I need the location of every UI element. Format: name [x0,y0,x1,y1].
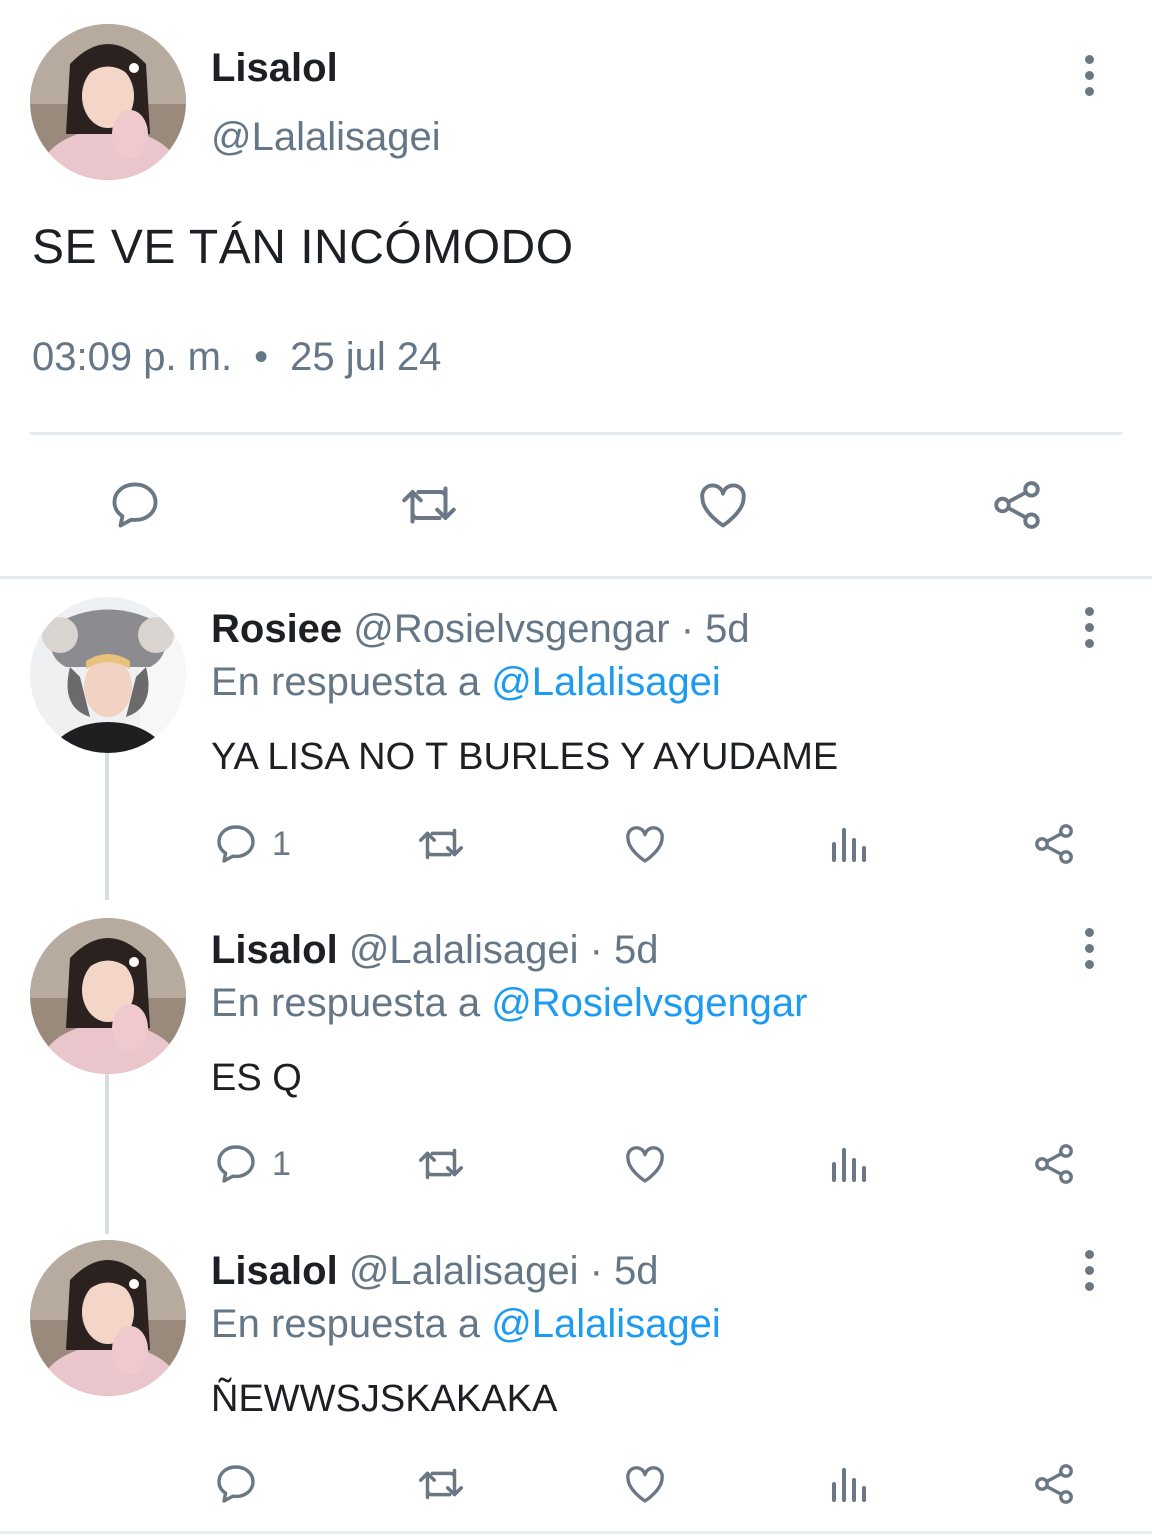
avatar-reply-2[interactable] [30,918,186,1074]
reply-author-name[interactable]: Lisalol [211,1249,338,1293]
reply-author-handle[interactable]: @Lalalisagei [349,928,579,972]
more-options-icon[interactable] [1069,918,1109,978]
retweet-icon [419,1148,463,1180]
in-reply-to-link[interactable]: @Lalalisagei [491,660,721,704]
like-icon [700,483,746,528]
more-options-icon[interactable] [1069,1240,1109,1300]
like-icon [626,1466,664,1503]
reply-age: · 5d [680,607,750,651]
reply-text: YA LISA NO T BURLES Y AYUDAME [211,736,839,778]
analytics-button[interactable] [826,1460,874,1508]
bottom-divider [0,1531,1152,1534]
analytics-icon [832,1468,866,1502]
in-reply-to: En respuesta a @Lalalisagei [211,1302,721,1347]
in-reply-to-label: En respuesta a [211,1302,481,1346]
divider [30,432,1122,435]
reply-author-name[interactable]: Lisalol [211,928,338,972]
thread-line [105,752,109,900]
like-icon [626,826,664,863]
retweet-icon [419,828,463,860]
reply-age: · 5d [589,928,659,972]
share-button[interactable] [1030,1460,1078,1508]
reply-author-handle[interactable]: @Lalalisagei [349,1249,579,1293]
reply-icon [217,1145,255,1183]
reply-author-handle[interactable]: @Rosielvsgengar [353,607,669,651]
share-button[interactable] [988,476,1046,534]
avatar-reply-3[interactable] [30,1240,186,1396]
tweet-date: 25 jul 24 [290,335,442,379]
retweet-button[interactable] [414,820,468,868]
reply-button[interactable] [212,1460,260,1508]
in-reply-to: En respuesta a @Rosielvsgengar [211,981,808,1026]
in-reply-to-label: En respuesta a [211,660,481,704]
reply-header: Lisalol @Lalalisagei · 5d [211,1249,659,1294]
share-icon [1035,1144,1073,1184]
thread-line [105,1074,109,1234]
retweet-button[interactable] [414,1460,468,1508]
analytics-button[interactable] [826,820,874,868]
like-button[interactable] [621,1140,669,1188]
meta-separator: • [254,335,269,379]
reply-count: 1 [272,824,291,863]
tweet-timestamp: 03:09 p. m. • 25 jul 24 [32,335,441,380]
in-reply-to: En respuesta a @Lalalisagei [211,660,721,705]
reply-icon [217,1465,255,1503]
share-icon [1035,1464,1073,1504]
reply-age: · 5d [589,1249,659,1293]
tweet-text: SE VE TÁN INCÓMODO [32,221,574,274]
in-reply-to-label: En respuesta a [211,981,481,1025]
analytics-icon [832,828,866,862]
analytics-icon [832,1148,866,1182]
reply-header: Lisalol @Lalalisagei · 5d [211,928,659,973]
in-reply-to-link[interactable]: @Lalalisagei [491,1302,721,1346]
share-icon [1035,824,1073,864]
reply-count: 1 [272,1144,291,1183]
reply-icon [217,825,255,863]
reply-button[interactable]: 1 [212,820,291,868]
more-options-icon[interactable] [1069,45,1109,105]
reply-header: Rosiee @Rosielvsgengar · 5d [211,607,750,652]
reply-text: ÑEWWSJSKAKAKA [211,1378,558,1420]
like-icon [626,1146,664,1183]
author-name[interactable]: Lisalol [211,46,338,91]
analytics-button[interactable] [826,1140,874,1188]
avatar-main[interactable] [30,24,186,180]
reply-button[interactable]: 1 [212,1140,291,1188]
retweet-button[interactable] [414,1140,468,1188]
reply-icon [112,482,158,528]
reply-author-name[interactable]: Rosiee [211,607,342,651]
share-button[interactable] [1030,820,1078,868]
retweet-icon [419,1468,463,1500]
section-divider [0,576,1152,579]
more-options-icon[interactable] [1069,597,1109,657]
in-reply-to-link[interactable]: @Rosielvsgengar [491,981,807,1025]
like-button[interactable] [621,820,669,868]
like-button[interactable] [694,476,752,534]
share-icon [994,481,1040,529]
retweet-button[interactable] [396,476,462,534]
reply-text: ES Q [211,1057,302,1099]
avatar-reply-1[interactable] [30,597,186,753]
tweet-time: 03:09 p. m. [32,335,233,379]
like-button[interactable] [621,1460,669,1508]
author-handle[interactable]: @Lalalisagei [211,115,441,160]
retweet-icon [402,486,456,524]
reply-button[interactable] [106,476,164,534]
share-button[interactable] [1030,1140,1078,1188]
